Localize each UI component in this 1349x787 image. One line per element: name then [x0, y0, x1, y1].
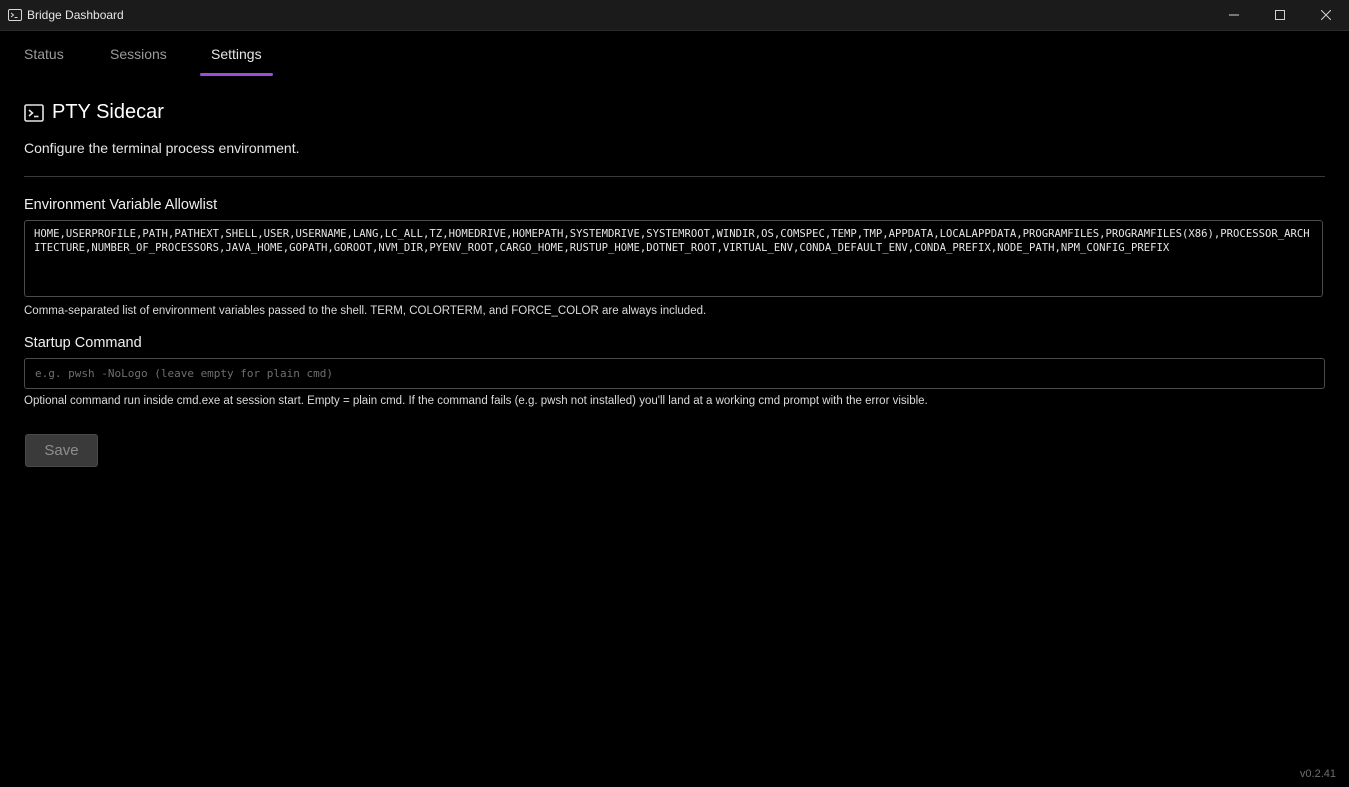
- window-controls: [1211, 0, 1349, 30]
- section-title: PTY Sidecar: [52, 101, 164, 123]
- window-title: Bridge Dashboard: [27, 8, 124, 22]
- startup-command-label: Startup Command: [24, 335, 142, 351]
- terminal-icon: [24, 103, 44, 122]
- active-tab-indicator: [200, 73, 273, 76]
- terminal-app-icon: [8, 9, 22, 21]
- section-divider: [24, 176, 1325, 177]
- maximize-icon: [1275, 10, 1285, 20]
- startup-command-input[interactable]: [24, 358, 1325, 389]
- title-bar: Bridge Dashboard: [0, 0, 1349, 31]
- minimize-button[interactable]: [1211, 0, 1257, 30]
- allowlist-hint: Comma-separated list of environment vari…: [24, 305, 707, 317]
- section-header: PTY Sidecar: [24, 101, 164, 124]
- close-button[interactable]: [1303, 0, 1349, 30]
- startup-command-hint: Optional command run inside cmd.exe at s…: [24, 395, 928, 407]
- tab-sessions[interactable]: Sessions: [110, 46, 167, 62]
- close-icon: [1321, 10, 1331, 20]
- section-description: Configure the terminal process environme…: [24, 140, 300, 156]
- save-button[interactable]: Save: [25, 434, 98, 467]
- version-label: v0.2.41: [1299, 768, 1336, 780]
- tab-bar: Status Sessions Settings: [0, 30, 1349, 76]
- tab-settings[interactable]: Settings: [211, 46, 262, 62]
- maximize-button[interactable]: [1257, 0, 1303, 30]
- tab-status[interactable]: Status: [24, 46, 64, 62]
- allowlist-textarea[interactable]: HOME,USERPROFILE,PATH,PATHEXT,SHELL,USER…: [24, 220, 1323, 297]
- minimize-icon: [1229, 14, 1239, 16]
- allowlist-label: Environment Variable Allowlist: [24, 197, 218, 213]
